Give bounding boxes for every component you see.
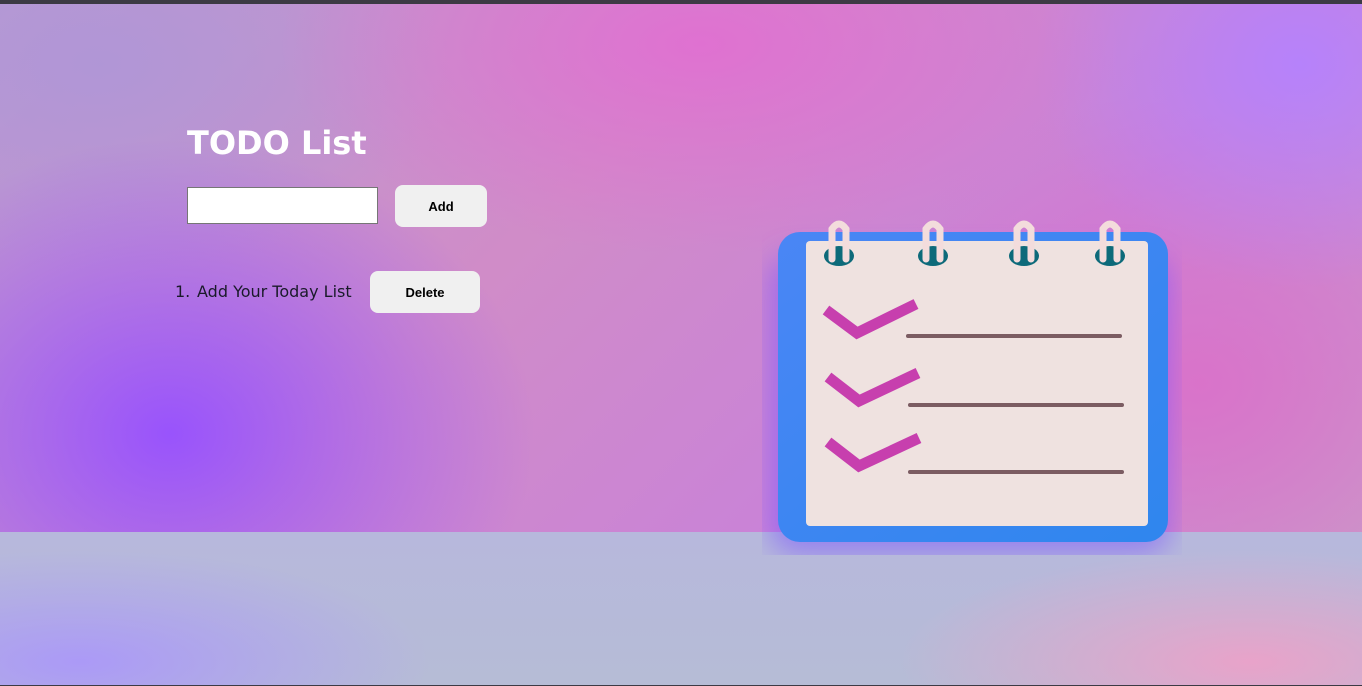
page: TODO List Add 1. Add Your Today List Del…: [0, 0, 1362, 686]
notepad-paper: [806, 241, 1148, 526]
list-item-index: 1.: [175, 282, 191, 301]
delete-button[interactable]: Delete: [370, 271, 480, 313]
page-title: TODO List: [187, 124, 367, 162]
task-input[interactable]: [187, 187, 378, 224]
list-item: 1. Add Your Today List Delete: [175, 271, 505, 313]
add-button[interactable]: Add: [395, 185, 487, 227]
checklist-notepad-icon: [770, 220, 1170, 555]
list-item-text: Add Your Today List: [197, 282, 352, 301]
task-list: 1. Add Your Today List Delete: [175, 271, 505, 313]
background-floor: [0, 532, 1362, 686]
